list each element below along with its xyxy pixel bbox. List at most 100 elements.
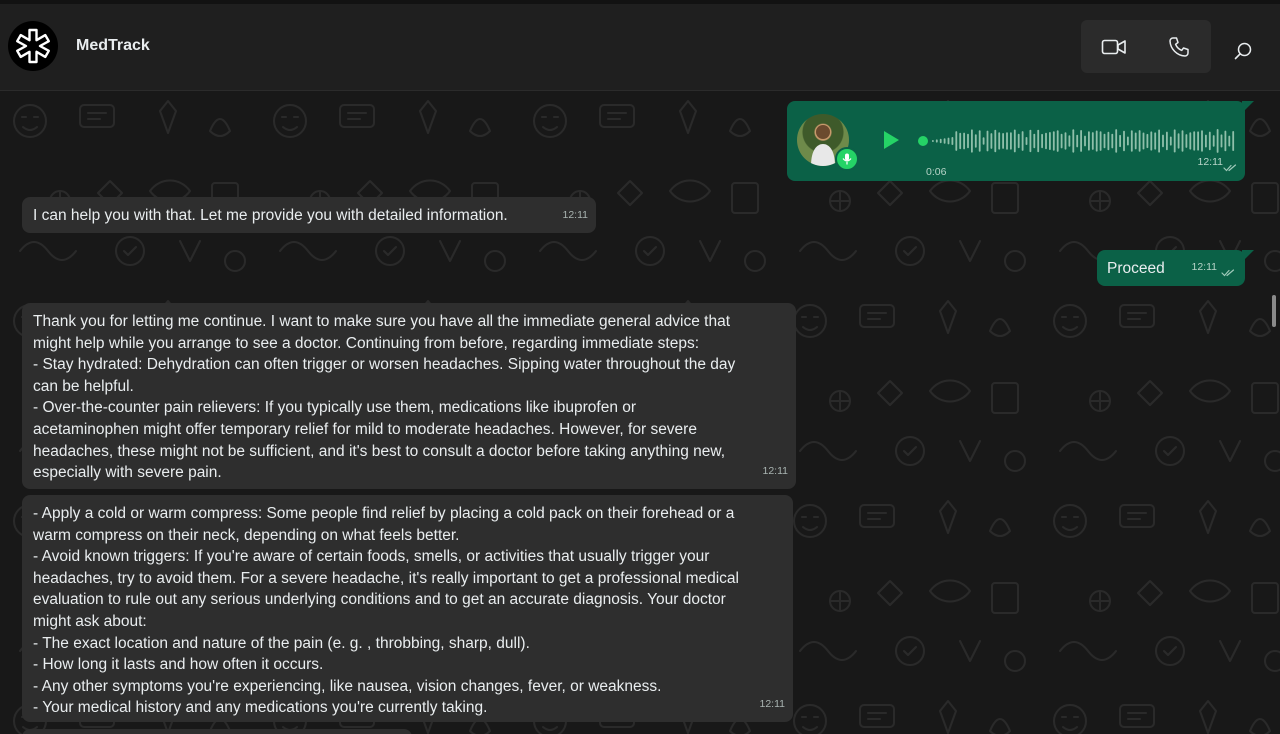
message-time: 12:11 — [1191, 261, 1218, 274]
waveform-bar — [1056, 130, 1059, 152]
waveform-bar — [959, 132, 962, 150]
video-camera-icon — [1101, 39, 1126, 54]
waveform-bar — [1224, 130, 1227, 152]
waveform-bar — [990, 133, 993, 149]
waveform-bar — [935, 139, 938, 143]
waveform-bar — [939, 138, 942, 144]
waveform-bar — [967, 133, 969, 149]
waveform-progress-dot[interactable] — [918, 136, 928, 146]
waveform-bar — [1084, 135, 1086, 147]
audio-waveform[interactable] — [918, 125, 1236, 157]
waveform-bar — [1033, 133, 1036, 149]
waveform-bar — [1095, 130, 1098, 152]
waveform-bar — [1197, 131, 1199, 151]
waveform-bar — [1138, 130, 1141, 152]
outgoing-message[interactable]: Proceed 12:11 — [1097, 250, 1254, 286]
contact-avatar[interactable] — [8, 21, 58, 71]
search-button[interactable] — [1226, 34, 1260, 68]
waveform-bar — [1154, 132, 1157, 150]
waveform-bar — [1064, 132, 1067, 150]
waveform-bar — [994, 129, 997, 153]
waveform-bar — [1006, 132, 1008, 150]
search-icon — [1234, 42, 1252, 60]
waveform-bar — [1150, 131, 1153, 151]
play-button[interactable] — [880, 129, 902, 151]
waveform-bar — [1220, 134, 1223, 148]
waveform-bar — [1173, 129, 1176, 153]
waveform-bar — [1119, 134, 1121, 148]
waveform-bar — [1021, 131, 1024, 151]
waveform-bar — [1205, 134, 1207, 148]
voice-duration: 0:06 — [926, 166, 947, 178]
waveform-bar — [1045, 132, 1047, 150]
waveform-bar — [1134, 132, 1137, 150]
waveform-bar — [1166, 131, 1168, 151]
play-icon — [884, 131, 899, 149]
waveform-bar — [1111, 133, 1114, 149]
waveform-bar — [1228, 135, 1231, 147]
waveform-bar — [1107, 131, 1110, 151]
message-text: - Apply a cold or warm compress: Some pe… — [33, 505, 739, 717]
waveform-bar — [971, 129, 973, 153]
phone-icon — [1168, 36, 1189, 57]
waveform-bar — [1177, 133, 1180, 149]
waveform-bar — [1049, 132, 1051, 150]
incoming-message-partial[interactable] — [22, 729, 412, 734]
waveform-bar — [1025, 137, 1028, 145]
message-time: 12:11 — [562, 209, 589, 222]
mic-badge — [835, 147, 859, 171]
voice-call-button[interactable] — [1146, 20, 1211, 73]
waveform-bar — [1037, 129, 1040, 153]
waveform-bar — [1010, 132, 1012, 150]
double-check-icon — [1221, 269, 1235, 277]
waveform-bar — [1189, 132, 1192, 150]
waveform-bar — [978, 130, 981, 152]
waveform-bar — [1185, 134, 1188, 148]
waveform-bar — [998, 132, 1001, 150]
waveform-bar — [1146, 133, 1149, 149]
message-text: I can help you with that. Let me provide… — [33, 207, 508, 224]
waveform-bar — [1052, 131, 1055, 151]
incoming-message[interactable]: I can help you with that. Let me provide… — [22, 197, 596, 233]
waveform-bar — [1060, 133, 1063, 149]
message-text: Thank you for letting me continue. I wan… — [33, 313, 736, 482]
waveform-bar — [1232, 131, 1235, 151]
voice-message-time: 12:11 — [1197, 156, 1224, 169]
waveform-bar — [1099, 131, 1102, 151]
waveform-bar — [1193, 131, 1196, 151]
waveform-bar — [1115, 129, 1118, 153]
waveform-bar — [1076, 134, 1079, 148]
call-buttons-group — [1081, 20, 1211, 73]
chat-header: MedTrack — [0, 4, 1280, 91]
waveform-bar — [951, 137, 954, 145]
incoming-message[interactable]: - Apply a cold or warm compress: Some pe… — [22, 495, 793, 722]
chat-area[interactable]: 0:06 12:11 I can help you with that. Let… — [0, 91, 1280, 734]
bubble-tail — [1242, 101, 1254, 113]
waveform-bar — [1123, 130, 1125, 152]
incoming-message[interactable]: Thank you for letting me continue. I wan… — [22, 303, 796, 489]
waveform-bar — [932, 140, 934, 142]
contact-name[interactable]: MedTrack — [76, 37, 150, 55]
voice-message-bubble[interactable]: 0:06 12:11 — [787, 101, 1254, 181]
video-call-button[interactable] — [1081, 20, 1146, 73]
waveform-bar — [982, 137, 985, 145]
waveform-bar — [1181, 130, 1184, 152]
waveform-bar — [955, 131, 958, 151]
chat-scrollbar[interactable] — [1272, 295, 1276, 327]
waveform-bar — [1201, 130, 1203, 152]
waveform-bar — [947, 137, 950, 145]
double-check-icon — [1223, 164, 1237, 172]
waveform-bar — [1103, 133, 1106, 149]
waveform-bar — [963, 132, 965, 150]
microphone-icon — [842, 153, 852, 165]
waveform-bar — [1080, 130, 1082, 152]
waveform-bar — [974, 134, 977, 148]
waveform-bar — [1013, 129, 1016, 153]
waveform-bar — [1212, 135, 1215, 147]
message-text: Proceed — [1107, 260, 1165, 277]
waveform-bar — [1169, 136, 1172, 146]
waveform-bar — [1068, 135, 1071, 147]
waveform-bar — [1208, 131, 1211, 151]
waveform-bar — [1002, 133, 1004, 149]
waveform-bar — [1127, 136, 1129, 146]
